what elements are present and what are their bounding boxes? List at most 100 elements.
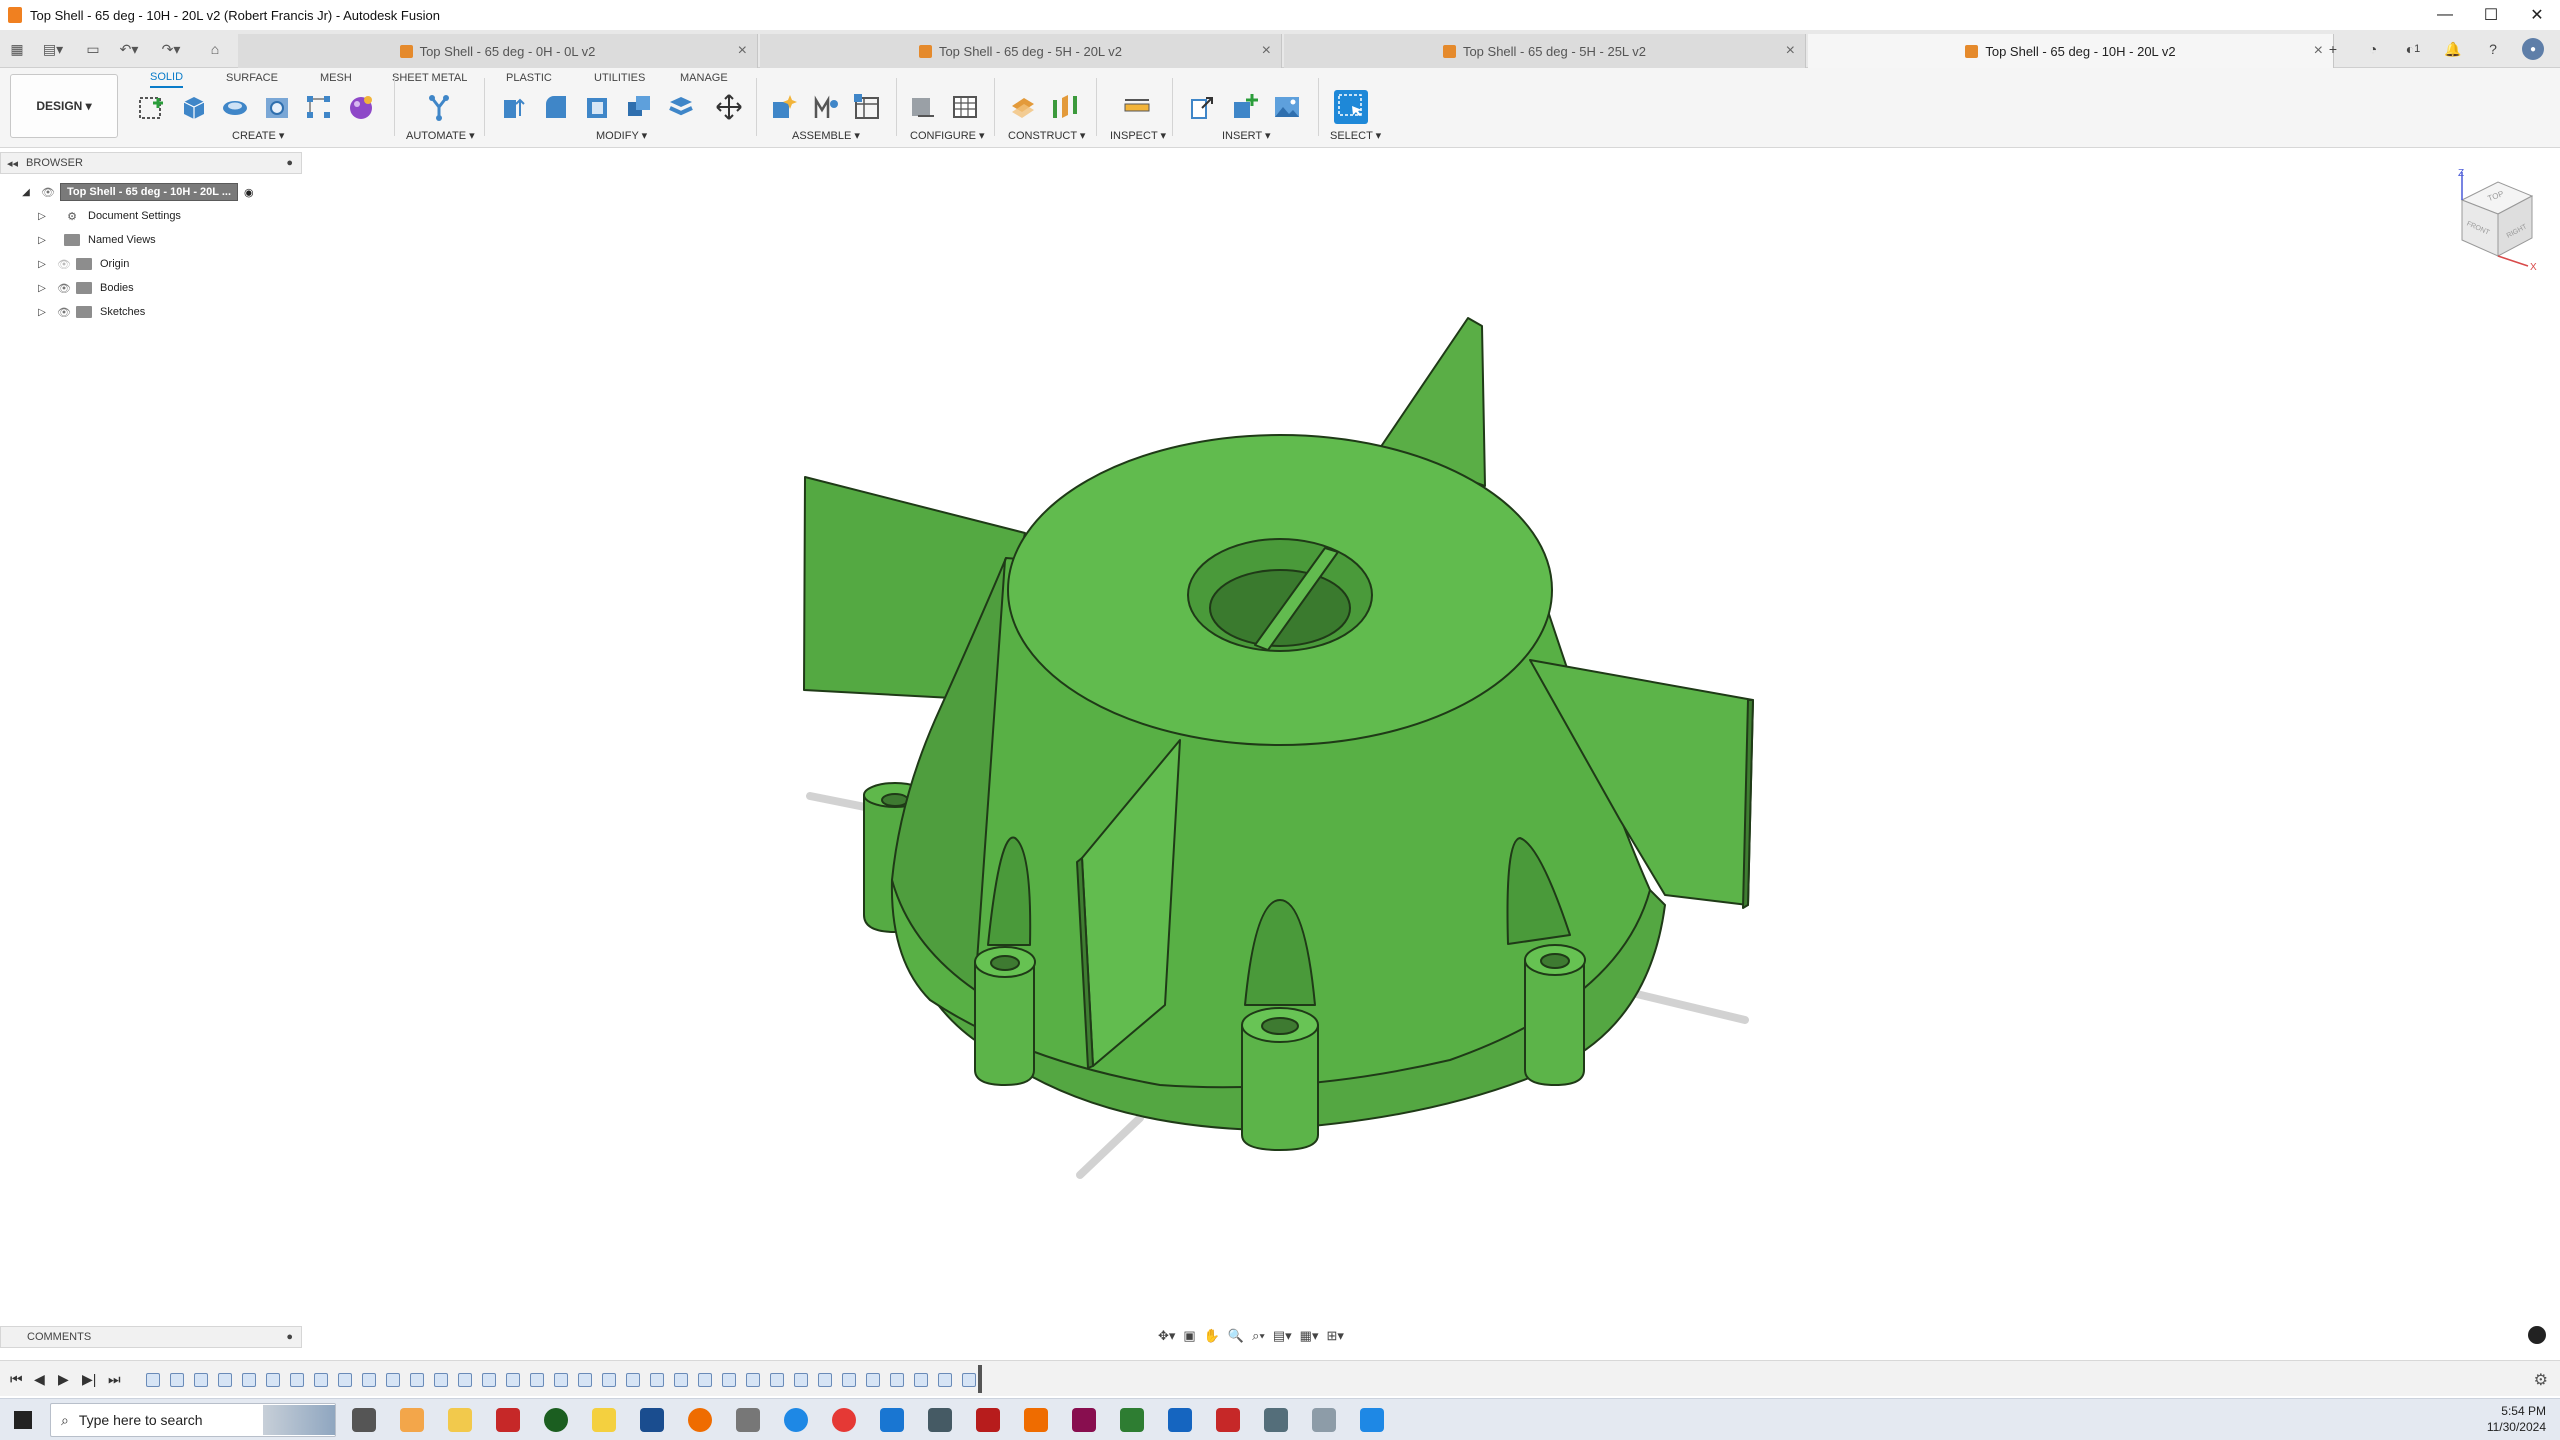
expand-triangle-icon[interactable]: ▷ [36,282,48,294]
tab-plastic[interactable]: PLASTIC [506,68,552,88]
timeline-feature-icon[interactable] [482,1373,496,1387]
browser-panel-header[interactable]: ◂◂ BROWSER ● [0,152,302,174]
activate-radio-icon[interactable]: ◉ [244,186,254,199]
filezilla-icon[interactable] [976,1408,1000,1432]
timeline-feature-icon[interactable] [626,1373,640,1387]
tab-utilities[interactable]: UTILITIES [594,68,645,88]
timeline-feature-icon[interactable] [650,1373,664,1387]
step-back-icon[interactable]: ◀ [34,1371,45,1388]
timeline-feature-icon[interactable] [818,1373,832,1387]
workspace-switcher[interactable]: DESIGN ▾ [10,74,118,138]
timeline-feature-icon[interactable] [362,1373,376,1387]
3d-viewport[interactable] [0,148,2560,1318]
vscode-icon[interactable] [880,1408,904,1432]
timeline-feature-icon[interactable] [914,1373,928,1387]
copilot-icon[interactable] [400,1408,424,1432]
timeline-feature-icon[interactable] [938,1373,952,1387]
timeline-feature-icon[interactable] [506,1373,520,1387]
expand-triangle-icon[interactable]: ▷ [36,234,48,246]
timeline-feature-icon[interactable] [794,1373,808,1387]
pattern-icon[interactable] [302,90,336,124]
move-copy-icon[interactable] [712,90,746,124]
help-icon[interactable]: ? [2482,38,2504,60]
acrobat-icon[interactable] [1216,1408,1240,1432]
file-menu-icon[interactable]: ▤▾ [38,38,68,60]
app-grid-icon[interactable]: ▦ [6,38,28,60]
close-tab-icon[interactable]: × [1262,42,1271,60]
group-inspect[interactable]: INSPECT ▾ [1110,129,1166,142]
hidden-eye-icon[interactable]: 👁 [56,258,72,271]
tab-mesh[interactable]: MESH [320,68,352,88]
firefox-icon[interactable] [688,1408,712,1432]
timeline-feature-icon[interactable] [890,1373,904,1387]
calculator-icon[interactable] [1264,1408,1288,1432]
pan-icon[interactable]: ✋ [1204,1328,1220,1344]
cube-app-icon[interactable] [640,1408,664,1432]
tab-surface[interactable]: SURFACE [226,68,278,88]
configure-icon[interactable] [906,90,940,124]
grid-settings-icon[interactable]: ▦▾ [1300,1328,1319,1344]
browser-item-bodies[interactable]: ▷ 👁 Bodies [36,277,134,299]
edge-icon[interactable] [784,1408,808,1432]
camera-app-icon[interactable] [1072,1408,1096,1432]
group-configure[interactable]: CONFIGURE ▾ [910,129,985,142]
orbit-icon[interactable]: ✥▾ [1158,1328,1175,1344]
timeline-feature-icon[interactable] [194,1373,208,1387]
timeline-feature-icon[interactable] [386,1373,400,1387]
look-at-icon[interactable]: ▣ [1183,1328,1195,1344]
timeline-feature-icon[interactable] [722,1373,736,1387]
timeline-feature-icon[interactable] [218,1373,232,1387]
split-body-icon[interactable] [664,90,698,124]
maximize-button[interactable]: ☐ [2468,0,2514,30]
timeline-feature-icon[interactable] [434,1373,448,1387]
zoom-icon[interactable]: 🔍 [1228,1328,1244,1344]
timeline-feature-icon[interactable] [554,1373,568,1387]
avatar[interactable]: ● [2522,38,2544,60]
tab-solid[interactable]: SOLID [150,68,184,88]
es-app-icon[interactable] [496,1408,520,1432]
tab-sheet-metal[interactable]: SHEET METAL [392,68,467,88]
comments-pin-icon[interactable]: ● [286,1331,293,1343]
group-automate[interactable]: AUTOMATE ▾ [406,129,475,142]
chrome-icon[interactable] [832,1408,856,1432]
notifications-icon[interactable]: 🔔 [2442,38,2464,60]
viewports-icon[interactable]: ⊞▾ [1326,1328,1343,1344]
expand-triangle-icon[interactable]: ▷ [36,258,48,270]
insert-derive-icon[interactable] [1186,90,1220,124]
play-icon[interactable]: ▶ [58,1371,69,1388]
timeline-feature-icon[interactable] [146,1373,160,1387]
tool-app-icon[interactable] [736,1408,760,1432]
step-forward-icon[interactable]: ▶| [82,1371,96,1388]
timeline-feature-icon[interactable] [410,1373,424,1387]
timeline-marker[interactable] [978,1365,982,1393]
timeline-feature-icon[interactable] [698,1373,712,1387]
timeline-feature-icon[interactable] [242,1373,256,1387]
visibility-eye-icon[interactable]: 👁 [40,186,56,199]
new-component-icon[interactable] [766,90,800,124]
network-app-icon[interactable] [928,1408,952,1432]
chat-icon[interactable] [2528,1326,2546,1344]
taskbar-search-input[interactable]: ⌕ Type here to search [50,1403,336,1437]
tab-document-2[interactable]: Top Shell - 65 deg - 5H - 20L v2 × [760,34,1282,68]
extrude-icon[interactable] [176,90,210,124]
view-cube[interactable]: Z X TOP FRONT RIGHT [2448,168,2544,272]
press-pull-icon[interactable] [496,90,530,124]
offset-plane-icon[interactable] [1006,90,1040,124]
timeline-feature-icon[interactable] [866,1373,880,1387]
windows-start-icon[interactable] [14,1411,32,1429]
measure-icon[interactable] [1120,90,1154,124]
timeline-feature-icon[interactable] [842,1373,856,1387]
new-tab-icon[interactable]: + [2322,38,2344,60]
shell-icon[interactable] [580,90,614,124]
home-icon[interactable]: ⌂ [204,38,226,60]
assemble-table-icon[interactable] [850,90,884,124]
file-explorer-icon[interactable] [448,1408,472,1432]
browser-item-origin[interactable]: ▷ 👁 Origin [36,253,129,275]
timeline-feature-icon[interactable] [290,1373,304,1387]
utility-app-icon[interactable] [1312,1408,1336,1432]
system-clock[interactable]: 5:54 PM 11/30/2024 [2487,1403,2546,1435]
tab-document-4[interactable]: Top Shell - 65 deg - 10H - 20L v2 × [1808,34,2334,68]
extensions-icon[interactable]: ◔ [2362,38,2384,60]
create-sketch-icon[interactable] [134,90,168,124]
group-select[interactable]: SELECT ▾ [1330,129,1381,142]
